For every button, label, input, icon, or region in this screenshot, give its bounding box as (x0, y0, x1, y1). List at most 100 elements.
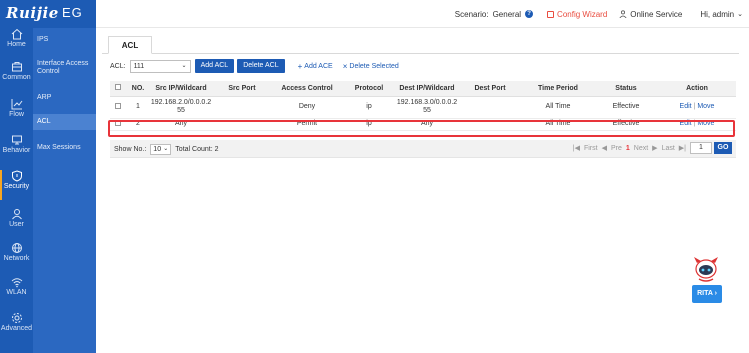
move-link[interactable]: Move (697, 103, 714, 110)
select-all-checkbox[interactable] (115, 84, 121, 91)
last-page-icon: ▶| (678, 145, 686, 152)
nav-item-user[interactable]: User (0, 208, 33, 240)
admin-menu[interactable]: Hi, admin ⌄ (700, 10, 743, 19)
home-icon (11, 28, 22, 40)
action-separator: | (693, 103, 696, 110)
online-service-link[interactable]: Online Service (619, 10, 682, 19)
cell-no: 2 (126, 118, 150, 131)
cell-status: Effective (594, 96, 658, 119)
sub-item-arp[interactable]: ARP (33, 94, 96, 104)
footer-left: Show No.: 10 ⌄ Total Count: 2 (114, 144, 219, 155)
cell-action: Edit | Move (658, 96, 736, 119)
prev-page-link[interactable]: Pre (611, 145, 622, 152)
edit-link[interactable]: Edit (680, 120, 692, 127)
header-access-control: Access Control (272, 81, 342, 97)
page-size-value: 10 (153, 146, 162, 153)
flow-chart-icon (11, 99, 22, 110)
cell-dest-ip: 192.168.3.0/0.0.0.255 (396, 96, 458, 119)
page-number-input[interactable]: 1 (690, 142, 712, 154)
scenario-value[interactable]: General (493, 10, 521, 19)
table-header-row: NO. Src IP/Wildcard Src Port Access Cont… (110, 81, 736, 97)
greeting-label: Hi, admin (700, 9, 735, 19)
sub-item-max-sessions[interactable]: Max Sessions (33, 144, 96, 154)
rita-assistant[interactable]: RITA › (690, 255, 724, 315)
total-count: Total Count: 2 (175, 146, 219, 153)
delete-acl-button[interactable]: Delete ACL (237, 59, 285, 73)
nav-item-behavior[interactable]: Behavior (0, 134, 33, 166)
app-root: Ruijie EG Scenario: General ? Config Wiz… (0, 0, 749, 353)
row-checkbox[interactable] (115, 102, 121, 109)
user-icon (11, 209, 22, 220)
chevron-down-icon: ⌄ (181, 62, 187, 69)
active-indicator (0, 170, 2, 200)
cell-src-ip: 192.168.2.0/0.0.0.255 (150, 96, 212, 119)
header-dest-ip: Dest IP/Wildcard (396, 81, 458, 97)
move-link[interactable]: Move (697, 120, 714, 127)
chevron-right-icon: › (714, 290, 717, 297)
add-ace-label: Add ACE (304, 62, 333, 70)
cell-no: 1 (126, 96, 150, 119)
last-page-link[interactable]: Last (662, 145, 675, 152)
behavior-icon (11, 135, 22, 145)
delete-selected-link[interactable]: × Delete Selected (343, 62, 399, 71)
tab-bar: ACL (102, 34, 739, 54)
sub-item-acl[interactable]: ACL (33, 114, 96, 130)
row-checkbox[interactable] (115, 119, 121, 126)
nav-item-advanced[interactable]: Advanced (0, 312, 33, 344)
config-wizard-link[interactable]: Config Wizard (547, 10, 607, 19)
cell-protocol: ip (342, 118, 396, 131)
prev-page-icon: ◀ (601, 145, 607, 152)
nav-item-security[interactable]: Security (0, 170, 33, 202)
nav-item-network[interactable]: Network (0, 242, 33, 274)
header-time-period: Time Period (522, 81, 594, 97)
nav-item-wlan[interactable]: WLAN (0, 276, 33, 308)
sub-item-interface-access-control[interactable]: Interface Access Control (33, 60, 96, 78)
chevron-down-icon: ⌄ (737, 11, 743, 18)
acl-select[interactable]: 111 ⌄ (129, 59, 191, 73)
top-right-area: Scenario: General ? Config Wizard Online… (455, 0, 743, 28)
globe-icon (11, 243, 22, 253)
header-src-port: Src Port (212, 81, 272, 97)
acl-label: ACL: (110, 62, 126, 70)
header-select-all[interactable] (110, 81, 126, 97)
main-nav: Home Common Flow Behavior Security User … (0, 28, 33, 353)
nav-label-security: Security (3, 183, 30, 190)
plus-icon: + (297, 61, 303, 71)
cell-src-port (212, 118, 272, 131)
action-separator: | (693, 120, 696, 127)
table-row: 1 192.168.2.0/0.0.0.255 Deny ip 192.168.… (110, 96, 736, 119)
current-page: 1 (625, 144, 630, 152)
next-page-icon: ▶ (652, 145, 658, 152)
header-no: NO. (126, 81, 150, 97)
gear-icon (11, 313, 22, 323)
cell-src-port (212, 96, 272, 119)
nav-label-flow: Flow (9, 111, 24, 118)
nav-label-home: Home (7, 41, 26, 48)
go-button[interactable]: GO (714, 142, 732, 154)
add-ace-link[interactable]: + Add ACE (298, 62, 333, 71)
rita-button[interactable]: RITA › (692, 285, 722, 303)
header-dest-port: Dest Port (458, 81, 522, 97)
nav-label-wlan: WLAN (6, 289, 27, 296)
help-icon[interactable]: ? (525, 10, 534, 18)
next-page-link[interactable]: Next (634, 145, 648, 152)
page-size-select[interactable]: 10 ⌄ (150, 144, 172, 155)
cell-dest-ip: Any (396, 118, 458, 131)
cell-action: Edit | Move (658, 118, 736, 131)
nav-label-user: User (9, 221, 24, 228)
add-acl-button[interactable]: Add ACL (194, 59, 235, 73)
chevron-down-icon: ⌄ (163, 146, 169, 152)
robot-mascot-icon (694, 257, 718, 282)
online-service-label: Online Service (630, 9, 683, 19)
logo-area[interactable]: Ruijie EG (0, 0, 96, 28)
tab-acl[interactable]: ACL (108, 36, 152, 54)
nav-item-home[interactable]: Home (0, 28, 33, 60)
acl-select-value: 111 (133, 62, 145, 70)
edit-link[interactable]: Edit (680, 103, 692, 110)
nav-item-common[interactable]: Common (0, 61, 33, 93)
sub-item-ips[interactable]: IPS (33, 36, 96, 46)
table-row: 2 Any Permit ip Any All Time Effective E… (110, 118, 736, 131)
nav-item-flow[interactable]: Flow (0, 98, 33, 130)
first-page-icon: |◀ (572, 145, 580, 152)
first-page-link[interactable]: First (584, 145, 598, 152)
